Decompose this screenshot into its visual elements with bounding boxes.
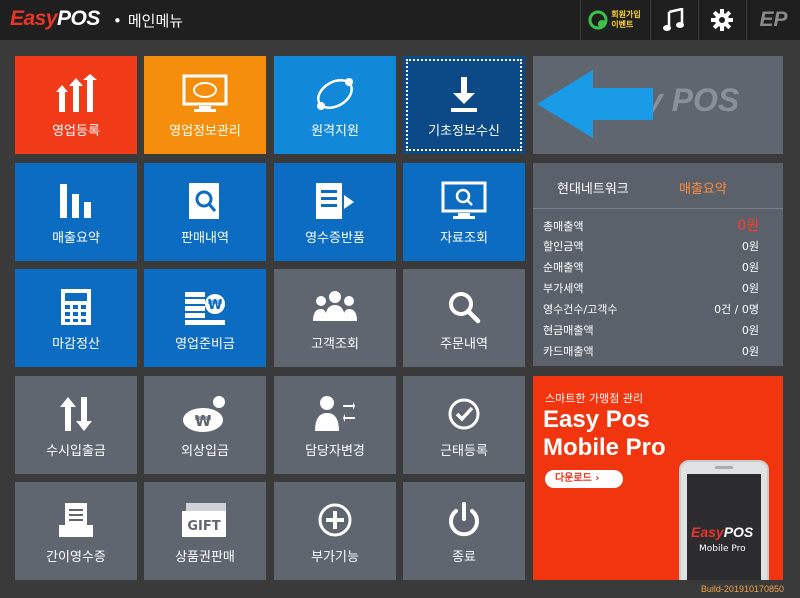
check-circle-icon xyxy=(448,398,480,430)
monitor-icon xyxy=(182,74,228,112)
ep-logo-button[interactable]: EP xyxy=(746,0,800,40)
summary-row: 할인금액 0원 xyxy=(543,240,759,253)
tile-sales-info[interactable]: 영업정보관리 xyxy=(144,56,266,154)
calculator-icon xyxy=(61,289,91,325)
svg-text:GIFT: GIFT xyxy=(187,519,220,534)
document-search-icon xyxy=(189,183,219,219)
music-button[interactable] xyxy=(650,0,696,40)
tile-simple-receipt[interactable]: 간이영수증 xyxy=(15,482,137,580)
download-button[interactable]: 다운로드 › xyxy=(545,470,623,488)
tile-sales-register[interactable]: 영업등록 xyxy=(15,56,137,154)
top-bar: EasyPOS • 메인메뉴 회원가입 이벤트 EP xyxy=(0,0,800,40)
summary-row: 순매출액 0원 xyxy=(543,261,759,274)
svg-text:₩: ₩ xyxy=(195,412,212,430)
tile-sales-summary[interactable]: 매출요약 xyxy=(15,163,137,261)
tile-credit-payment[interactable]: ₩ 외상입금 xyxy=(144,376,266,474)
phone-logo: EasyPOS xyxy=(691,524,754,540)
tile-extra-functions[interactable]: 부가기능 xyxy=(274,482,396,580)
people-icon xyxy=(313,291,357,321)
tile-gift-card-sale[interactable]: GIFT 상품권판매 xyxy=(144,482,266,580)
money-bag-won-icon: ₩ xyxy=(183,396,225,432)
tile-remote-support[interactable]: 원격지원 xyxy=(274,56,396,154)
gear-icon xyxy=(710,9,733,31)
sales-summary-panel: 현대네트워크 매출요약 총매출액 0원 할인금액 0원 순매출액 0원 부가세액 0원 … xyxy=(533,163,783,366)
power-icon xyxy=(449,502,479,537)
summary-row: 부가세액 0원 xyxy=(543,282,759,295)
easypos-logo: EasyPOS xyxy=(10,7,100,30)
summary-row: 카드매출액 0원 xyxy=(543,345,759,358)
tile-attendance[interactable]: 근태등록 xyxy=(403,376,525,474)
mobile-pro-ad-banner[interactable]: 스마트한 가맹점 관리 Easy Pos Mobile Pro 다운로드 › E… xyxy=(533,376,783,580)
tile-order-history[interactable]: 주문내역 xyxy=(403,269,525,367)
up-down-arrows-icon xyxy=(60,397,92,431)
tile-sales-history[interactable]: 판매내역 xyxy=(144,163,266,261)
brand-panel: Easy POS xyxy=(533,56,783,154)
user-swap-icon xyxy=(315,396,355,431)
tile-receipt-return[interactable]: 영수증반품 xyxy=(274,163,396,261)
event-badge-icon xyxy=(588,10,608,30)
summary-row: 현금매출액 0원 xyxy=(543,324,759,337)
tile-closing-settlement[interactable]: 마감정산 xyxy=(15,269,137,367)
remote-orbit-icon xyxy=(317,78,353,110)
download-icon xyxy=(451,77,477,112)
magnifier-icon xyxy=(449,292,481,324)
tile-change-cashier[interactable]: 담당자변경 xyxy=(274,376,396,474)
bar-chart-icon xyxy=(60,184,91,218)
tile-exit[interactable]: 종료 xyxy=(403,482,525,580)
pointing-arrow-icon xyxy=(537,70,653,138)
chart-up-arrows-icon xyxy=(56,74,97,112)
plus-circle-icon xyxy=(318,503,352,537)
signup-event-button[interactable]: 회원가입 이벤트 xyxy=(580,0,648,40)
tile-data-inquiry[interactable]: 자료조회 xyxy=(403,163,525,261)
phone-mockup: EasyPOS Mobile Pro xyxy=(679,460,769,580)
settings-button[interactable] xyxy=(698,0,744,40)
summary-row: 총매출액 0원 xyxy=(543,218,759,234)
music-note-icon xyxy=(662,8,684,31)
tile-customer-inquiry[interactable]: 고객조회 xyxy=(274,269,396,367)
svg-text:₩: ₩ xyxy=(208,298,223,313)
monitor-search-icon xyxy=(441,181,487,219)
tab-store-name[interactable]: 현대네트워크 xyxy=(557,178,629,197)
tile-opening-fund[interactable]: ₩ 영업준비금 xyxy=(144,269,266,367)
build-version: Build-201910170850 xyxy=(700,584,784,594)
page-title: • 메인메뉴 xyxy=(113,12,184,30)
gift-card-icon: GIFT xyxy=(182,503,226,537)
tile-cash-in-out[interactable]: 수시입출금 xyxy=(15,376,137,474)
coins-won-icon: ₩ xyxy=(185,292,225,325)
receipt-printer-icon xyxy=(59,503,93,537)
tab-sales-summary[interactable]: 매출요약 xyxy=(679,178,727,197)
chevron-right-icon: › xyxy=(595,473,600,484)
tile-basic-info-receive[interactable]: 기초정보수신 xyxy=(403,56,525,154)
summary-row: 영수건수/고객수 0건 / 0명 xyxy=(543,303,759,316)
receipt-return-icon xyxy=(316,183,354,219)
summary-tabs: 현대네트워크 매출요약 xyxy=(533,163,783,209)
